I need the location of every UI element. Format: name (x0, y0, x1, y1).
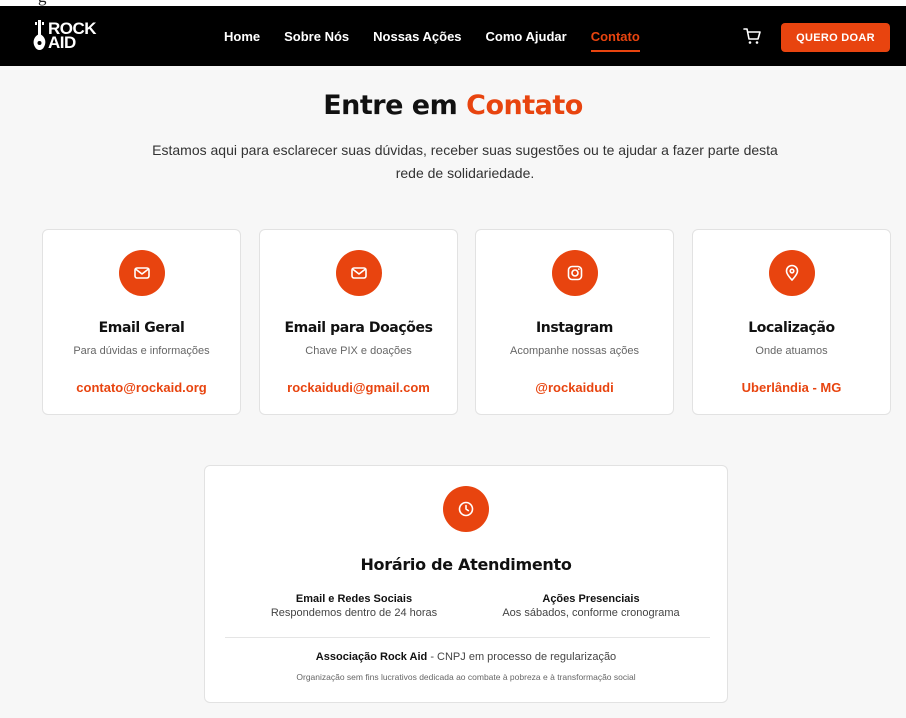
map-pin-icon (768, 250, 815, 296)
hours-column-online: Email e Redes Sociais Respondemos dentro… (239, 593, 469, 619)
org-status: - CNPJ em processo de regularização (427, 651, 617, 663)
page-title: Entre em Contato (0, 90, 906, 121)
navbar: ROCK AID Home Sobre Nós Nossas Ações Com… (0, 6, 906, 66)
card-title: Instagram (535, 320, 613, 336)
contact-card-email-doacoes: Email para Doações Chave PIX e doações r… (259, 229, 458, 415)
nav-contato[interactable]: Contato (590, 25, 640, 52)
card-description: Para dúvidas e informações (73, 345, 210, 357)
hours-column-detail: Respondemos dentro de 24 horas (270, 607, 438, 619)
card-description: Acompanhe nossas ações (509, 345, 640, 357)
guitar-logo-icon (33, 20, 46, 50)
cart-icon[interactable] (742, 26, 762, 46)
main-nav: Home Sobre Nós Nossas Ações Como Ajudar … (224, 6, 664, 66)
card-link: Uberlândia - MG (741, 380, 842, 395)
org-info: Associação Rock Aid - CNPJ em processo d… (205, 651, 727, 663)
hours-column-presencial: Ações Presenciais Aos sábados, conforme … (476, 593, 706, 619)
card-title: Email Geral (98, 320, 185, 336)
title-prefix: Entre em (323, 90, 458, 121)
mail-icon (118, 250, 165, 296)
nav-home[interactable]: Home (224, 25, 260, 48)
card-link[interactable]: contato@rockaid.org (43, 380, 240, 395)
card-title: Email para Doações (284, 320, 433, 336)
divider (225, 637, 710, 638)
card-link[interactable]: @rockaidudi (476, 380, 673, 395)
instagram-icon (551, 250, 598, 296)
nav-como-ajudar[interactable]: Como Ajudar (486, 25, 567, 48)
clock-icon (443, 486, 489, 532)
logo-line2: AID (48, 33, 76, 52)
logo[interactable]: ROCK AID (32, 18, 122, 56)
hours-title: Horário de Atendimento (360, 555, 572, 574)
hours-column-heading: Email e Redes Sociais (295, 593, 413, 605)
hours-column-detail: Aos sábados, conforme cronograma (502, 607, 680, 619)
donate-button[interactable]: QUERO DOAR (781, 23, 890, 52)
org-note: Organização sem fins lucrativos dedicada… (296, 672, 636, 682)
contact-card-email-geral: Email Geral Para dúvidas e informações c… (42, 229, 241, 415)
page-subtitle: Estamos aqui para esclarecer suas dúvida… (152, 142, 778, 181)
card-title: Localização (748, 320, 835, 336)
hours-card: Horário de Atendimento Email e Redes Soc… (204, 465, 728, 703)
mail-icon (335, 250, 382, 296)
card-description: Onde atuamos (755, 345, 828, 357)
hours-column-heading: Ações Presenciais (542, 593, 640, 605)
contact-card-localizacao: Localização Onde atuamos Uberlândia - MG (692, 229, 891, 415)
org-name: Associação Rock Aid (315, 651, 428, 663)
nav-sobre-nos[interactable]: Sobre Nós (284, 25, 349, 48)
title-accent: Contato (466, 90, 583, 121)
card-description: Chave PIX e doações (305, 345, 412, 357)
card-link[interactable]: rockaidudi@gmail.com (260, 380, 457, 395)
nav-nossas-acoes[interactable]: Nossas Ações (373, 25, 461, 48)
contact-card-instagram: Instagram Acompanhe nossas ações @rockai… (475, 229, 674, 415)
